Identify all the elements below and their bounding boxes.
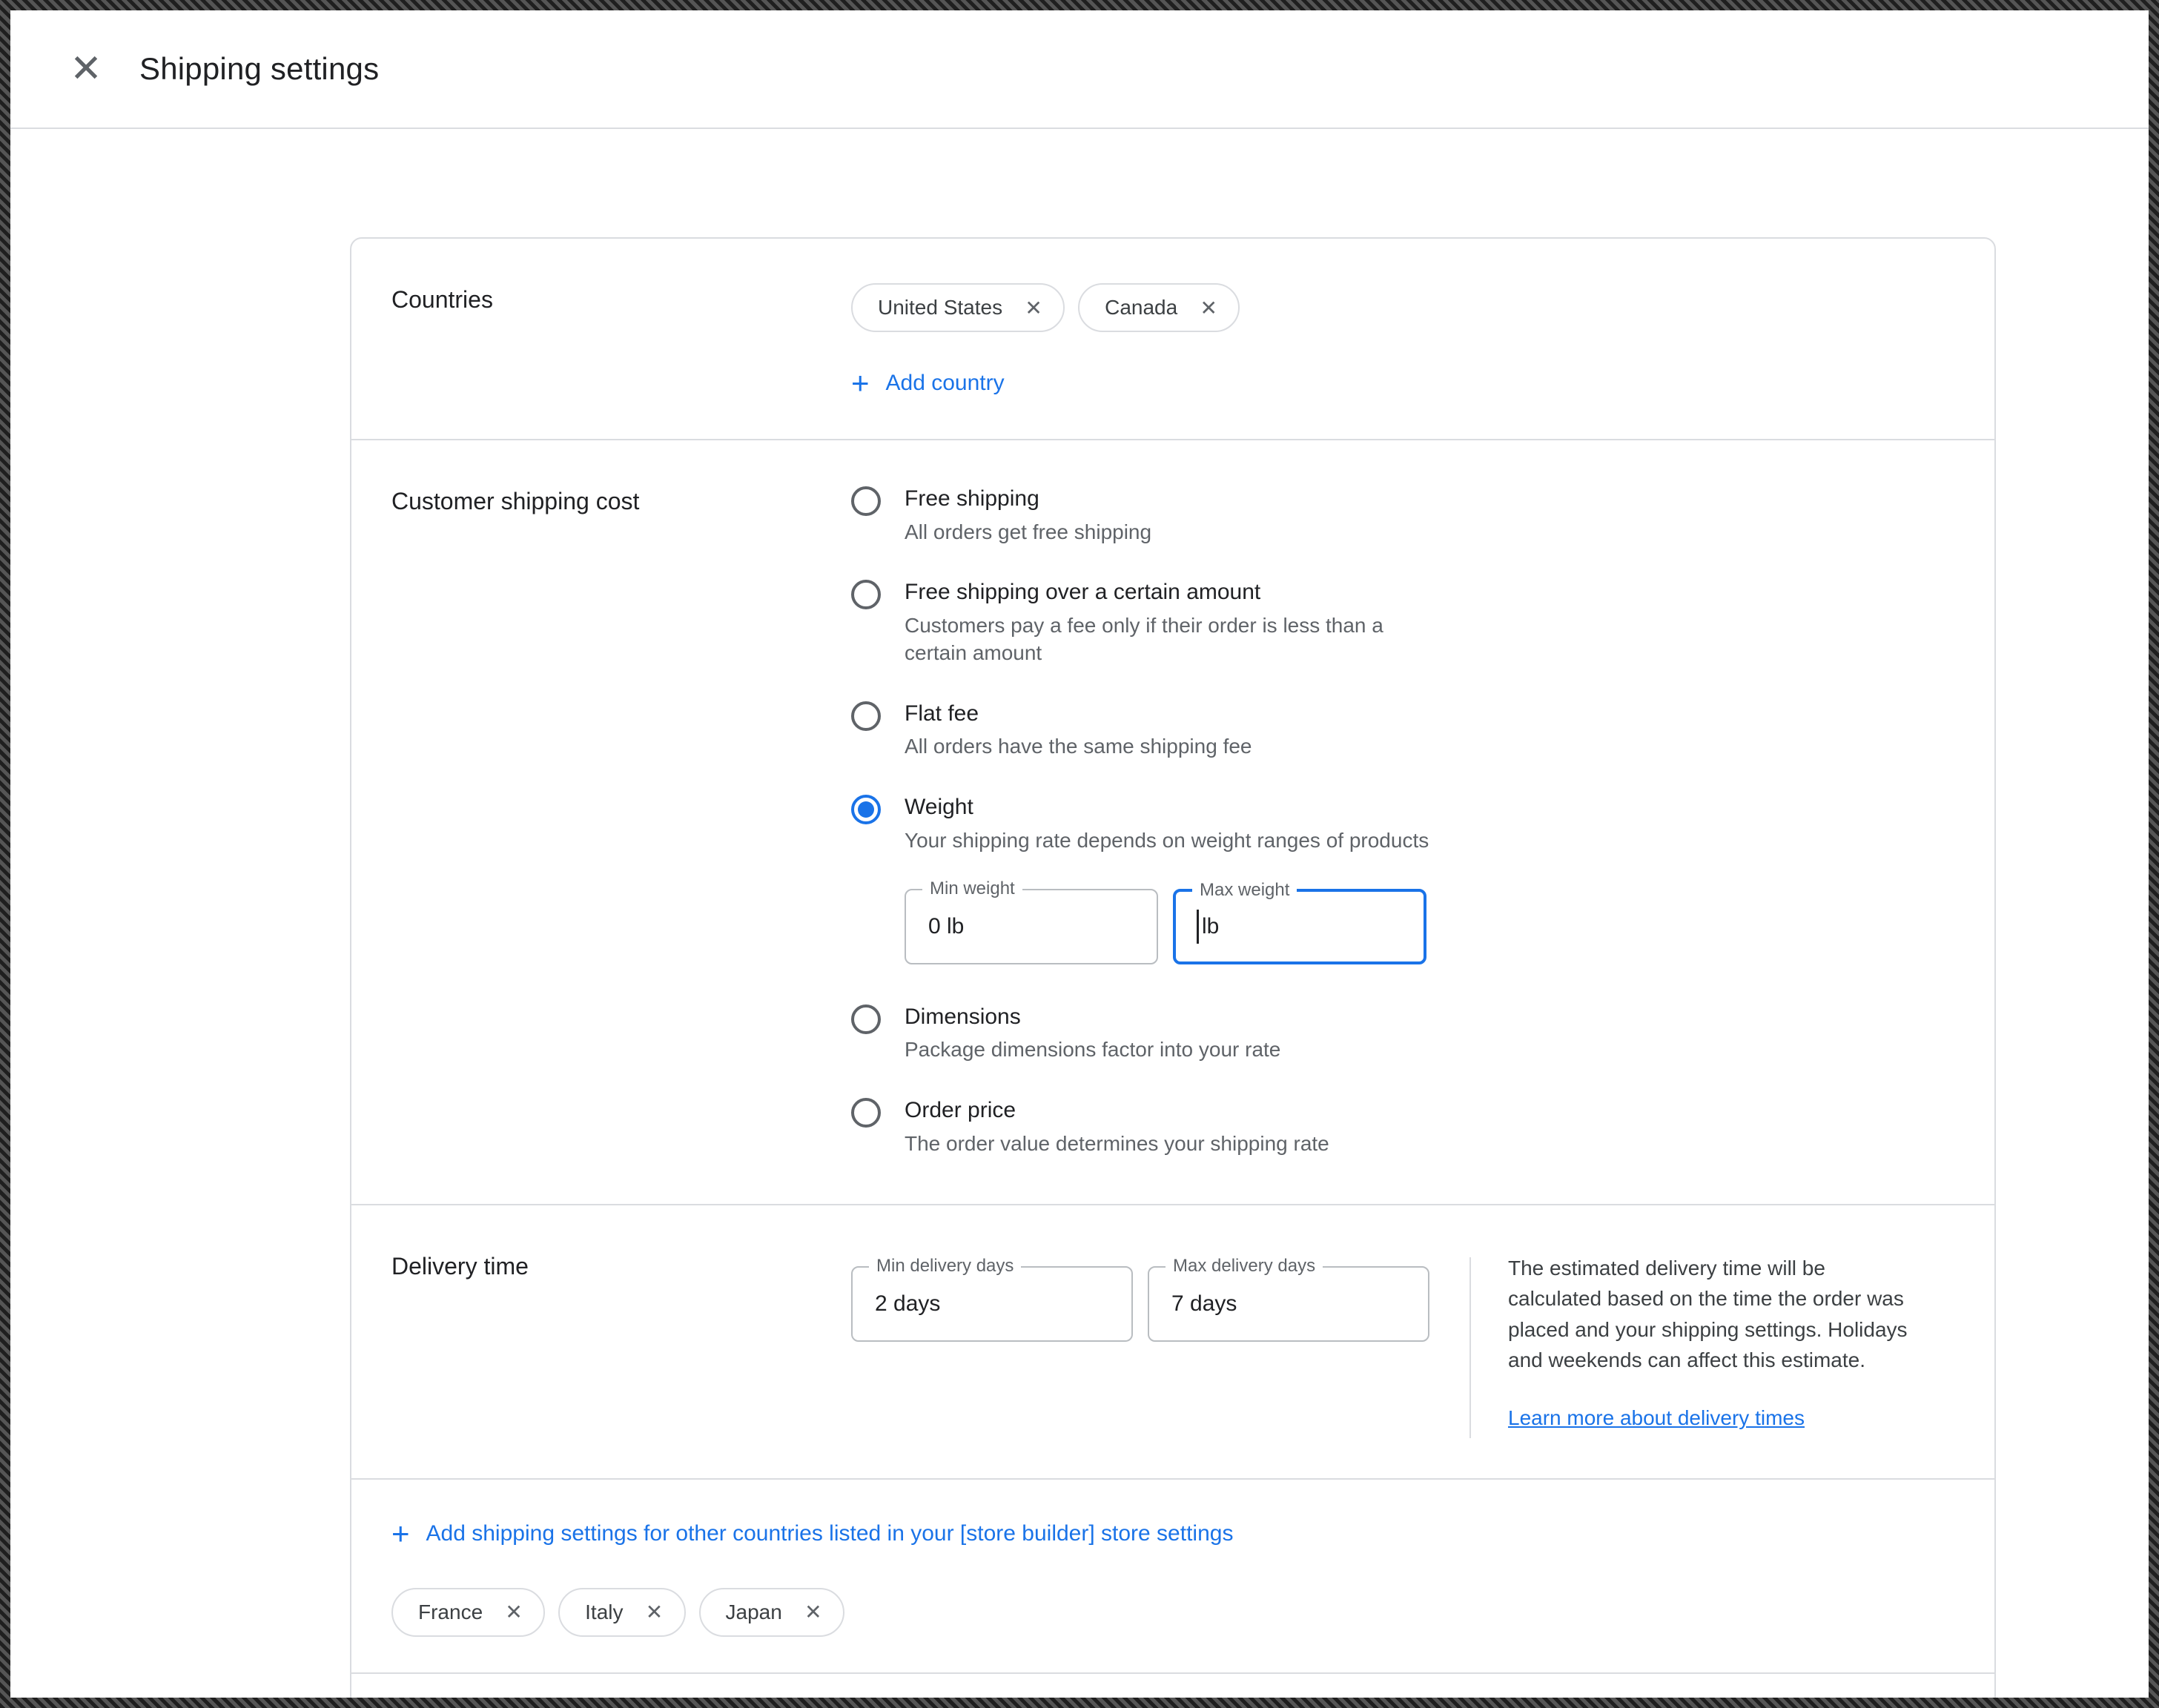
countries-section: Countries United States ✕ Canada ✕ + Add… — [351, 239, 1994, 439]
option-title: Order price — [905, 1096, 1329, 1125]
country-chip-label: Italy — [585, 1601, 623, 1624]
min-weight-field-label: Min weight — [922, 878, 1022, 899]
option-title: Weight — [905, 793, 1429, 821]
plus-icon: + — [851, 368, 870, 399]
dialog-header: ✕ Shipping settings — [10, 10, 2149, 129]
add-country-label: Add country — [886, 371, 1005, 396]
delivery-time-section: Delivery time Min delivery days 2 days M… — [351, 1205, 1994, 1478]
min-weight-field[interactable]: Min weight 0 lb — [905, 889, 1158, 964]
vertical-divider — [1469, 1257, 1471, 1438]
option-desc: All orders get free shipping — [905, 519, 1151, 546]
plus-icon: + — [391, 1518, 410, 1549]
max-weight-field-label: Max weight — [1192, 880, 1297, 901]
radio-weight[interactable] — [851, 795, 881, 824]
min-weight-input[interactable]: 0 lb — [928, 914, 964, 939]
radio-free-shipping[interactable] — [851, 486, 881, 516]
radio-free-over-amount[interactable] — [851, 580, 881, 609]
country-chip-france[interactable]: France ✕ — [391, 1588, 545, 1637]
remove-country-icon[interactable]: ✕ — [497, 1596, 530, 1629]
text-caret — [1197, 910, 1199, 944]
option-title: Flat fee — [905, 700, 1252, 728]
max-delivery-days-input[interactable]: 7 days — [1171, 1291, 1237, 1317]
radio-order-price[interactable] — [851, 1098, 881, 1128]
add-other-countries-label: Add shipping settings for other countrie… — [426, 1521, 1234, 1546]
option-free-over-amount: Free shipping over a certain amount Cust… — [851, 578, 1954, 666]
delivery-fields-row: Min delivery days 2 days Max delivery da… — [851, 1266, 1429, 1342]
shipping-cost-label: Customer shipping cost — [391, 485, 851, 1164]
min-delivery-days-label: Min delivery days — [869, 1256, 1021, 1277]
country-chip-label: United States — [878, 296, 1002, 320]
remove-country-icon[interactable]: ✕ — [797, 1596, 830, 1629]
option-desc: Your shipping rate depends on weight ran… — [905, 827, 1429, 855]
country-chip-label: France — [418, 1601, 483, 1624]
radio-flat-fee[interactable] — [851, 701, 881, 731]
min-delivery-days-input[interactable]: 2 days — [875, 1291, 940, 1317]
option-desc: All orders have the same shipping fee — [905, 733, 1252, 761]
option-weight: Weight Your shipping rate depends on wei… — [851, 793, 1954, 970]
country-chip-japan[interactable]: Japan ✕ — [699, 1588, 844, 1637]
shipping-settings-dialog: ✕ Shipping settings Countries United Sta… — [0, 0, 2159, 1708]
remove-country-icon[interactable]: ✕ — [1017, 291, 1050, 324]
max-delivery-days-label: Max delivery days — [1166, 1256, 1323, 1277]
close-icon[interactable]: ✕ — [58, 41, 114, 97]
remove-country-icon[interactable]: ✕ — [1192, 291, 1225, 324]
shipping-cost-section: Customer shipping cost Free shipping All… — [351, 440, 1994, 1204]
option-desc: Package dimensions factor into your rate — [905, 1036, 1280, 1064]
add-country-button[interactable]: + Add country — [851, 368, 1005, 399]
min-delivery-days-field[interactable]: Min delivery days 2 days — [851, 1266, 1133, 1342]
option-flat-fee: Flat fee All orders have the same shippi… — [851, 700, 1954, 761]
delivery-help-text: The estimated delivery time will be calc… — [1508, 1253, 1923, 1376]
country-chip-united-states[interactable]: United States ✕ — [851, 283, 1065, 332]
other-countries-section: + Add shipping settings for other countr… — [351, 1480, 1994, 1672]
option-order-price: Order price The order value determines y… — [851, 1096, 1954, 1157]
option-title: Free shipping — [905, 485, 1151, 513]
option-title: Free shipping over a certain amount — [905, 578, 1438, 606]
option-title: Dimensions — [905, 1003, 1280, 1031]
country-chip-label: Japan — [726, 1601, 782, 1624]
option-dimensions: Dimensions Package dimensions factor int… — [851, 1003, 1954, 1064]
country-chip-canada[interactable]: Canada ✕ — [1078, 283, 1240, 332]
page-title: Shipping settings — [139, 51, 379, 87]
max-delivery-days-field[interactable]: Max delivery days 7 days — [1148, 1266, 1429, 1342]
option-desc: The order value determines your shipping… — [905, 1131, 1329, 1158]
remove-country-icon[interactable]: ✕ — [638, 1596, 671, 1629]
option-free-shipping: Free shipping All orders get free shippi… — [851, 485, 1954, 546]
max-weight-input[interactable]: lb — [1202, 914, 1219, 939]
countries-chips-row: United States ✕ Canada ✕ — [851, 283, 1954, 332]
save-button[interactable]: Save — [391, 1704, 507, 1708]
option-desc: Customers pay a fee only if their order … — [905, 612, 1438, 667]
max-weight-field[interactable]: Max weight lb — [1173, 889, 1426, 964]
settings-card: Countries United States ✕ Canada ✕ + Add… — [350, 237, 1996, 1708]
other-countries-chips-row: France ✕ Italy ✕ Japan ✕ — [391, 1588, 1954, 1637]
delivery-time-label: Delivery time — [391, 1250, 851, 1438]
country-chip-italy[interactable]: Italy ✕ — [558, 1588, 685, 1637]
add-other-countries-button[interactable]: + Add shipping settings for other countr… — [391, 1518, 1233, 1549]
weight-fields-row: Min weight 0 lb Max weight lb — [905, 889, 1429, 964]
radio-dimensions[interactable] — [851, 1004, 881, 1034]
footer: Save Back — [351, 1674, 1994, 1708]
countries-label: Countries — [391, 283, 851, 399]
country-chip-label: Canada — [1105, 296, 1177, 320]
learn-more-link[interactable]: Learn more about delivery times — [1508, 1406, 1805, 1430]
